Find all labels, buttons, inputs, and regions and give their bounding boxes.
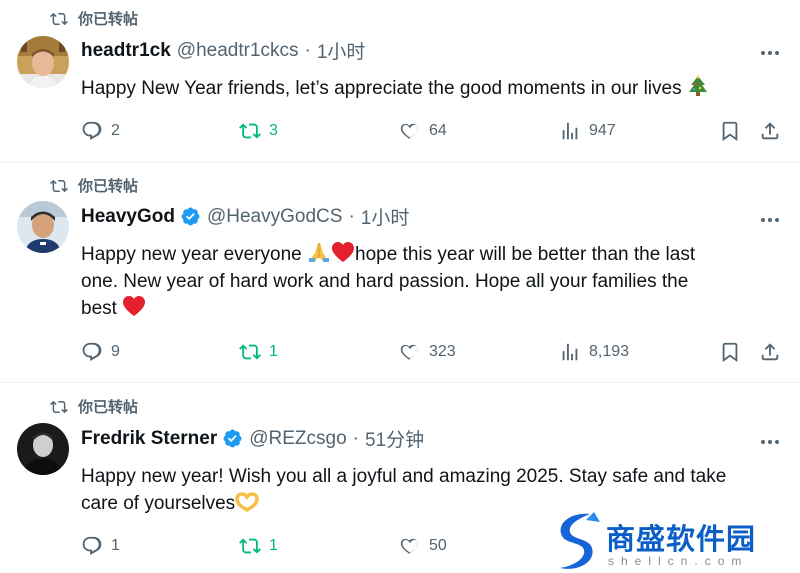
tweet-header: headtr1ck @headtr1ckcs · 1小时 — [81, 37, 365, 64]
like-button[interactable]: 64 — [399, 120, 447, 142]
views-count: 8,193 — [589, 343, 630, 360]
user-handle[interactable]: @REZcsgo — [249, 428, 346, 450]
share-button[interactable] — [759, 120, 781, 142]
repost-icon — [50, 179, 68, 192]
more-options-icon[interactable] — [761, 51, 779, 55]
reply-count: 2 — [111, 122, 120, 139]
repost-button[interactable]: 1 — [239, 535, 278, 557]
avatar[interactable] — [17, 36, 69, 88]
tweet-text-line: best — [81, 298, 117, 319]
watermark-subtitle: shellcn.com — [608, 554, 749, 568]
repost-button[interactable]: 3 — [239, 120, 278, 142]
verified-badge-icon — [181, 207, 200, 226]
like-count: 64 — [429, 122, 447, 139]
tweet-text-line: care of yourselves — [81, 493, 236, 514]
share-button[interactable] — [759, 341, 781, 363]
reply-count: 9 — [111, 343, 120, 360]
reply-count: 1 — [111, 537, 120, 554]
views-chart-icon — [562, 122, 578, 140]
repost-icon — [239, 123, 261, 139]
reply-icon — [82, 121, 102, 140]
reply-button[interactable]: 2 — [81, 120, 120, 142]
watermark-title: 商盛软件园 — [606, 522, 757, 556]
heart-hands-icon — [235, 492, 259, 512]
share-icon — [761, 122, 779, 140]
like-button[interactable]: 50 — [399, 535, 447, 557]
like-count: 50 — [429, 537, 447, 554]
reply-button[interactable]: 1 — [81, 535, 120, 557]
reposted-indicator: 你已转帖 — [50, 396, 138, 417]
more-options-icon[interactable] — [761, 218, 779, 222]
views-button[interactable]: 947 — [559, 120, 616, 142]
repost-icon — [50, 12, 68, 25]
bookmark-icon — [722, 342, 738, 363]
repost-label: 你已转帖 — [78, 178, 139, 195]
views-button[interactable]: 8,193 — [559, 341, 629, 363]
views-chart-icon — [562, 343, 578, 361]
reposted-indicator: 你已转帖 — [50, 175, 138, 196]
timestamp[interactable]: 1小时 — [317, 37, 366, 64]
tweet-text: Happy new year everyone hope this year w… — [81, 241, 781, 322]
separator-dot: · — [304, 39, 311, 61]
red-heart-icon — [332, 242, 355, 262]
reply-icon — [82, 342, 102, 361]
watermark-logo: 商盛软件园 shellcn.com — [548, 510, 800, 573]
watermark-s-icon — [560, 512, 600, 569]
tweet-header: Fredrik Sterner @REZcsgo · 51分钟 — [81, 425, 424, 452]
avatar[interactable] — [17, 423, 69, 475]
like-count: 323 — [429, 343, 456, 360]
share-icon — [761, 343, 779, 361]
display-name[interactable]: Fredrik Sterner — [81, 428, 217, 450]
tweet-text-line: one. New year of hard work and hard pass… — [81, 271, 689, 292]
repost-icon — [50, 400, 68, 413]
views-count: 947 — [589, 122, 616, 139]
separator-dot: · — [352, 427, 359, 449]
heart-icon — [400, 538, 418, 555]
bookmark-button[interactable] — [719, 341, 741, 363]
tweet-header: HeavyGod @HeavyGodCS · 1小时 — [81, 203, 409, 230]
bookmark-button[interactable] — [719, 120, 741, 142]
heart-icon — [400, 123, 418, 140]
repost-label: 你已转帖 — [78, 11, 139, 28]
repost-count: 1 — [269, 343, 278, 360]
tweet-text: Happy new year! Wish you all a joyful an… — [81, 463, 781, 517]
bookmark-icon — [722, 121, 738, 142]
display-name[interactable]: headtr1ck — [81, 40, 171, 62]
tweet-text: Happy New Year friends, let’s appreciate… — [81, 75, 781, 102]
reposted-indicator: 你已转帖 — [50, 8, 138, 29]
reply-icon — [82, 536, 102, 555]
reply-button[interactable]: 9 — [81, 341, 120, 363]
tweet-text-line: Happy New Year friends, let’s appreciate… — [81, 78, 682, 99]
repost-label: 你已转帖 — [78, 399, 139, 416]
like-button[interactable]: 323 — [399, 341, 456, 363]
verified-badge-icon — [223, 429, 242, 448]
tweet-text-line: hope this year will be better than the l… — [355, 244, 696, 265]
repost-count: 1 — [269, 537, 278, 554]
red-heart-icon — [123, 296, 146, 316]
tweet-text-line: Happy new year everyone — [81, 244, 302, 265]
tweet-actions: 2 3 64 947 — [81, 120, 781, 144]
avatar[interactable] — [17, 201, 69, 253]
tweet-text-line: Happy new year! Wish you all a joyful an… — [81, 466, 727, 487]
repost-count: 3 — [269, 122, 278, 139]
timestamp[interactable]: 51分钟 — [365, 425, 424, 452]
christmas-tree-icon — [688, 75, 707, 96]
more-options-icon[interactable] — [761, 440, 779, 444]
timestamp[interactable]: 1小时 — [361, 203, 410, 230]
folded-hands-icon — [309, 243, 330, 262]
repost-icon — [239, 344, 261, 360]
tweet-1[interactable]: 你已转帖 headtr1ck @headtr1ckcs · 1小时 Happy … — [0, 0, 800, 162]
heart-icon — [400, 344, 418, 361]
tweet-actions: 9 1 323 8,193 — [81, 341, 781, 365]
user-handle[interactable]: @headtr1ckcs — [177, 40, 299, 62]
separator-dot: · — [348, 205, 355, 227]
user-handle[interactable]: @HeavyGodCS — [207, 206, 342, 228]
tweet-2[interactable]: 你已转帖 HeavyGod @HeavyGodCS · 1小时 Happy ne… — [0, 163, 800, 382]
repost-button[interactable]: 1 — [239, 341, 278, 363]
display-name[interactable]: HeavyGod — [81, 206, 175, 228]
repost-icon — [239, 538, 261, 554]
